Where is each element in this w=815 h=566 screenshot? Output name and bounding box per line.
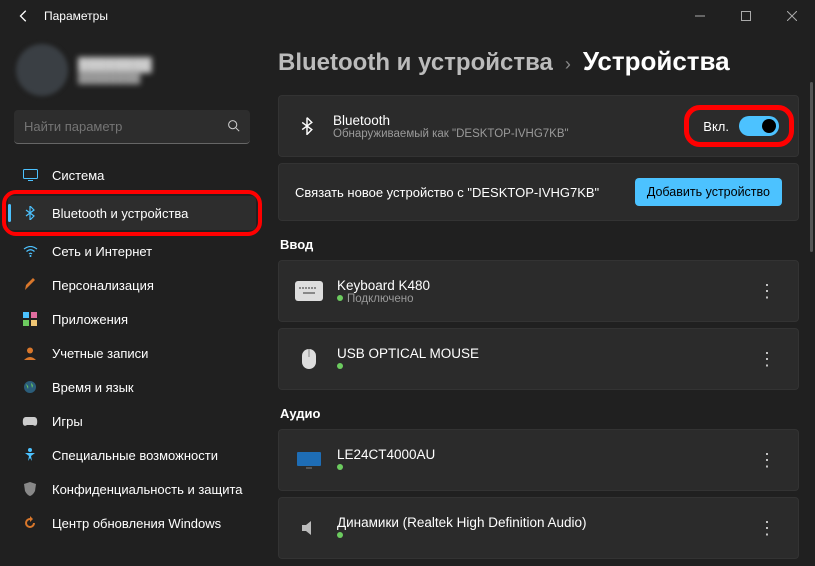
- sidebar-item-label: Персонализация: [52, 278, 154, 293]
- sidebar-item-gaming[interactable]: Игры: [8, 404, 256, 438]
- breadcrumb: Bluetooth и устройства › Устройства: [278, 46, 799, 77]
- account-icon: [22, 345, 38, 361]
- sidebar-item-label: Центр обновления Windows: [52, 516, 221, 531]
- monitor-icon: [295, 450, 323, 470]
- sidebar-item-label: Конфиденциальность и защита: [52, 482, 243, 497]
- sidebar-item-apps[interactable]: Приложения: [8, 302, 256, 336]
- sidebar-item-label: Учетные записи: [52, 346, 148, 361]
- bluetooth-card: Bluetooth Обнаруживаемый как "DESKTOP-IV…: [278, 95, 799, 157]
- device-row-monitor[interactable]: LE24CT4000AU ⋮: [278, 429, 799, 491]
- device-name: USB OPTICAL MOUSE: [337, 346, 738, 361]
- minimize-button[interactable]: [677, 0, 723, 32]
- main-panel: Bluetooth и устройства › Устройства Blue…: [260, 32, 815, 566]
- device-status: [337, 530, 738, 542]
- maximize-button[interactable]: [723, 0, 769, 32]
- search-input[interactable]: [24, 119, 227, 134]
- add-device-button[interactable]: Добавить устройство: [635, 178, 782, 206]
- sidebar-item-accessibility[interactable]: Специальные возможности: [8, 438, 256, 472]
- profile-block[interactable]: ████████ ████████: [8, 40, 256, 110]
- maximize-icon: [741, 11, 751, 21]
- sidebar-nav: Система Bluetooth и устройства Сеть и Ин…: [8, 158, 256, 540]
- more-button[interactable]: ⋮: [752, 518, 782, 539]
- bluetooth-icon: [295, 117, 319, 135]
- sidebar: ████████ ████████ Система Bluetooth и ус…: [0, 32, 260, 566]
- search-icon: [227, 119, 240, 135]
- gaming-icon: [22, 413, 38, 429]
- device-status: [337, 462, 738, 474]
- close-button[interactable]: [769, 0, 815, 32]
- device-name: LE24CT4000AU: [337, 447, 738, 462]
- device-row-mouse[interactable]: USB OPTICAL MOUSE ⋮: [278, 328, 799, 390]
- bluetooth-title: Bluetooth: [333, 113, 670, 128]
- shield-icon: [22, 481, 38, 497]
- chevron-right-icon: ›: [565, 54, 571, 75]
- profile-email: ████████: [78, 72, 152, 84]
- sidebar-item-label: Игры: [52, 414, 83, 429]
- status-dot-icon: [337, 464, 343, 470]
- system-icon: [22, 167, 38, 183]
- sidebar-item-personalization[interactable]: Персонализация: [8, 268, 256, 302]
- more-button[interactable]: ⋮: [752, 349, 782, 370]
- highlight-bluetooth-nav: Bluetooth и устройства: [2, 190, 262, 236]
- sidebar-item-network[interactable]: Сеть и Интернет: [8, 234, 256, 268]
- section-label-audio: Аудио: [280, 406, 799, 421]
- keyboard-icon: [295, 281, 323, 301]
- pair-text: Связать новое устройство с "DESKTOP-IVHG…: [295, 185, 599, 200]
- sidebar-item-label: Приложения: [52, 312, 128, 327]
- breadcrumb-parent[interactable]: Bluetooth и устройства: [278, 49, 553, 77]
- sidebar-item-time-language[interactable]: Время и язык: [8, 370, 256, 404]
- bluetooth-toggle[interactable]: [739, 116, 779, 136]
- sidebar-item-label: Система: [52, 168, 104, 183]
- sidebar-item-label: Специальные возможности: [52, 448, 218, 463]
- toggle-label: Вкл.: [703, 119, 729, 134]
- device-name: Keyboard K480: [337, 278, 738, 293]
- profile-name: ████████: [78, 57, 152, 72]
- sidebar-item-label: Время и язык: [52, 380, 134, 395]
- section-label-input: Ввод: [280, 237, 799, 252]
- sidebar-item-accounts[interactable]: Учетные записи: [8, 336, 256, 370]
- brush-icon: [22, 277, 38, 293]
- sidebar-item-update[interactable]: Центр обновления Windows: [8, 506, 256, 540]
- sidebar-item-privacy[interactable]: Конфиденциальность и защита: [8, 472, 256, 506]
- device-name: Динамики (Realtek High Definition Audio): [337, 515, 738, 530]
- device-status: [337, 361, 738, 373]
- accessibility-icon: [22, 447, 38, 463]
- more-button[interactable]: ⋮: [752, 281, 782, 302]
- more-button[interactable]: ⋮: [752, 450, 782, 471]
- profile-text: ████████ ████████: [78, 57, 152, 84]
- status-dot-icon: [337, 295, 343, 301]
- status-dot-icon: [337, 532, 343, 538]
- sidebar-item-bluetooth[interactable]: Bluetooth и устройства: [8, 196, 256, 230]
- minimize-icon: [695, 11, 705, 21]
- page-title: Устройства: [583, 46, 730, 77]
- bluetooth-subtitle: Обнаруживаемый как "DESKTOP-IVHG7KB": [333, 128, 670, 140]
- pair-card: Связать новое устройство с "DESKTOP-IVHG…: [278, 163, 799, 221]
- mouse-icon: [295, 349, 323, 369]
- sidebar-item-label: Сеть и Интернет: [52, 244, 152, 259]
- status-dot-icon: [337, 363, 343, 369]
- globe-icon: [22, 379, 38, 395]
- highlight-toggle: Вкл.: [684, 105, 794, 147]
- close-icon: [787, 11, 797, 21]
- sidebar-item-system[interactable]: Система: [8, 158, 256, 192]
- window-title: Параметры: [44, 9, 108, 23]
- sidebar-item-label: Bluetooth и устройства: [52, 206, 188, 221]
- device-row-speakers[interactable]: Динамики (Realtek High Definition Audio)…: [278, 497, 799, 559]
- search-box[interactable]: [14, 110, 250, 144]
- wifi-icon: [22, 243, 38, 259]
- window-controls: [677, 0, 815, 32]
- back-button[interactable]: [8, 0, 40, 32]
- scrollbar[interactable]: [810, 82, 813, 252]
- update-icon: [22, 515, 38, 531]
- apps-icon: [22, 311, 38, 327]
- device-status: Подключено: [337, 293, 738, 305]
- speaker-icon: [295, 518, 323, 538]
- bluetooth-icon: [22, 205, 38, 221]
- avatar: [16, 44, 68, 96]
- titlebar: Параметры: [0, 0, 815, 32]
- device-row-keyboard[interactable]: Keyboard K480 Подключено ⋮: [278, 260, 799, 322]
- arrow-left-icon: [17, 9, 31, 23]
